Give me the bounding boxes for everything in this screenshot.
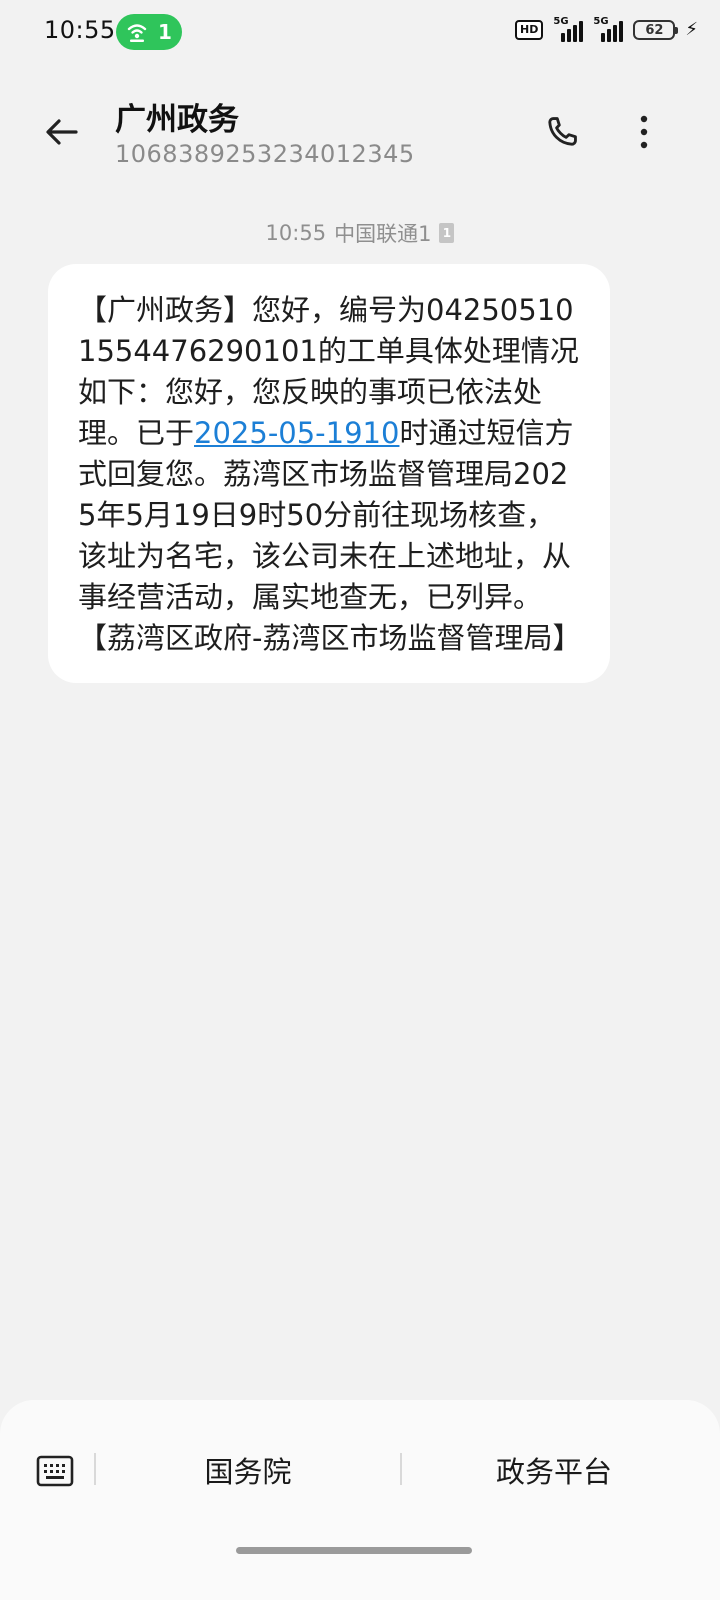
hd-voice-icon: HD: [515, 20, 544, 40]
hotspot-indicator[interactable]: 1: [116, 14, 182, 50]
keyboard-toggle-button[interactable]: [34, 1450, 76, 1492]
more-options-button[interactable]: [622, 108, 666, 156]
message-bubble[interactable]: 【广州政务】您好，编号为0425051015544762901​01的工单具体处…: [48, 264, 610, 683]
message-carrier: 中国联通1: [334, 222, 432, 246]
battery-level: 62: [645, 22, 664, 38]
contact-number: 1068389253234012345: [115, 140, 415, 168]
signal-1-icon: 5G: [553, 16, 584, 42]
signal-1-label: 5G: [553, 16, 569, 27]
back-button[interactable]: [40, 110, 84, 154]
sim-slot: 1: [442, 226, 452, 240]
message-meta: 10:55 中国联通1 1: [0, 218, 720, 248]
arrow-left-icon: [46, 119, 78, 145]
home-indicator[interactable]: [236, 1547, 472, 1554]
hotspot-count: 1: [158, 20, 172, 44]
contact-name: 广州政务: [115, 102, 239, 138]
phone-icon: [548, 117, 577, 146]
charging-icon: ⚡: [685, 19, 698, 40]
menu-item-gov-platform[interactable]: 政务平台: [402, 1446, 706, 1494]
message-text-part2: 时通过短信方式回复您。荔湾区市场监督管理局2025年5月19日9时50分前往现场…: [78, 416, 582, 655]
call-button[interactable]: [538, 108, 586, 156]
sim-card-icon: 1: [439, 223, 455, 243]
keyboard-icon: [36, 1455, 74, 1487]
date-link[interactable]: 2025-05-1910: [194, 416, 399, 450]
conversation-header: 广州政务 1068389253234012345: [0, 84, 720, 184]
menu-item-state-council[interactable]: 国务院: [96, 1446, 400, 1494]
battery-icon: 62: [633, 20, 679, 40]
hotspot-icon: [126, 21, 148, 43]
message-time: 10:55: [265, 221, 327, 245]
bottom-menu-bar: 国务院 政务平台: [0, 1400, 720, 1600]
signal-2-icon: 5G: [593, 16, 624, 42]
status-icons: HD 5G 5G 62 ⚡: [515, 16, 698, 42]
more-vertical-icon: [640, 115, 648, 149]
signal-2-label: 5G: [593, 16, 609, 27]
status-bar: 10:55 1 HD 5G 5G 62 ⚡: [0, 0, 720, 64]
status-time: 10:55: [44, 16, 116, 44]
